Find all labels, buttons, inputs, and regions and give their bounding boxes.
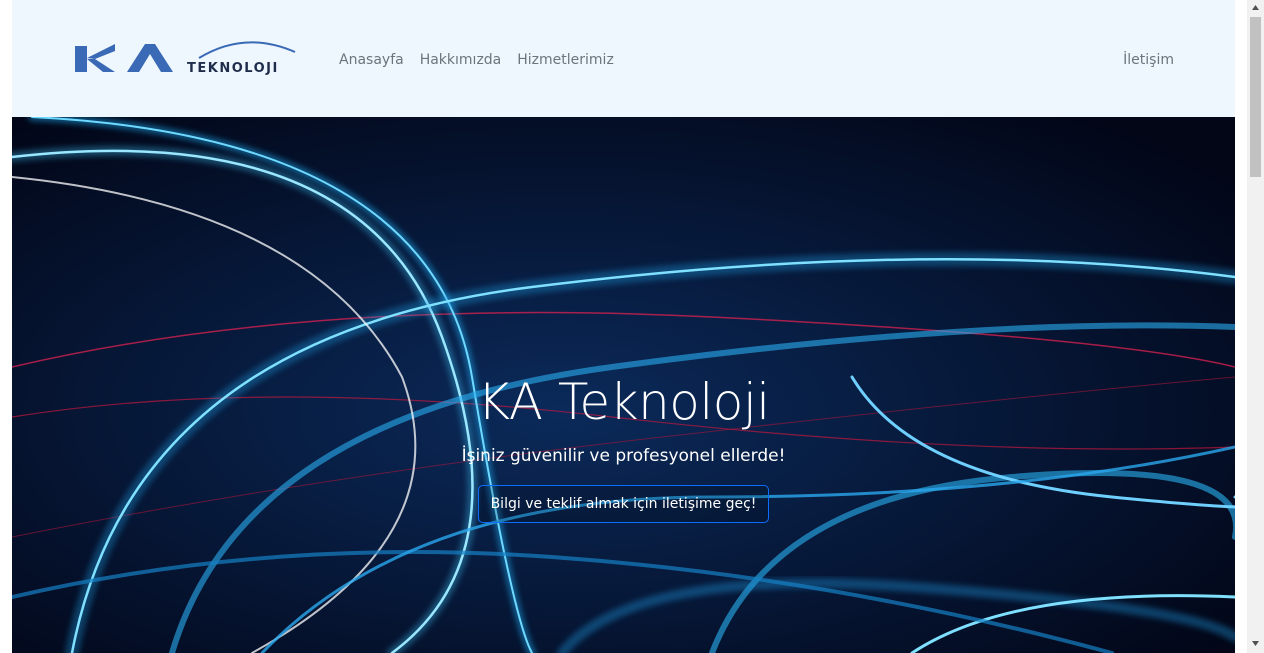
nav-link-contact[interactable]: İletişim [1123,48,1174,72]
scroll-down-button[interactable] [1247,636,1264,653]
hero-content: KA Teknoloji İşiniz güvenilir ve profesy… [12,367,1235,523]
nav-link-services[interactable]: Hizmetlerimiz [517,48,614,72]
chevron-up-icon [1252,5,1259,10]
page: TEKNOLOJI Anasayfa Hakkımızda Hizmetleri… [12,0,1235,653]
brand-logo[interactable]: TEKNOLOJI [75,36,301,76]
nav-link-about[interactable]: Hakkımızda [420,48,502,72]
hero-section: KA Teknoloji İşiniz güvenilir ve profesy… [12,117,1235,653]
contact-cta-button[interactable]: Bilgi ve teklif almak için iletişime geç… [477,485,770,523]
nav-link-home[interactable]: Anasayfa [339,48,404,72]
chevron-down-icon [1252,641,1259,646]
navbar: TEKNOLOJI Anasayfa Hakkımızda Hizmetleri… [12,0,1235,117]
scrollbar-thumb[interactable] [1250,17,1261,177]
logo-wordmark: TEKNOLOJI [187,61,279,76]
nav-links: Anasayfa Hakkımızda Hizmetlerimiz [339,48,614,72]
scroll-up-button[interactable] [1247,0,1264,17]
logo-graphic: TEKNOLOJI [75,41,296,76]
vertical-scrollbar[interactable] [1247,0,1264,653]
hero-subtitle: İşiniz güvenilir ve profesyonel ellerde! [461,446,786,466]
hero-title: KA Teknoloji [477,373,770,431]
